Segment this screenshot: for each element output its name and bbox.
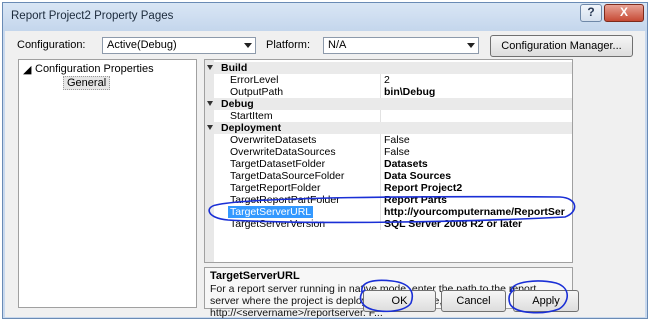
apply-button[interactable]: Apply (513, 290, 579, 312)
tree-item-general[interactable]: General (63, 76, 111, 90)
platform-value: N/A (328, 39, 347, 51)
close-button[interactable]: X (604, 4, 644, 22)
grid-row[interactable]: OverwriteDatasets False (214, 134, 572, 146)
tree-item-configuration-properties[interactable]: Configuration Properties (35, 63, 154, 75)
configuration-label: Configuration: (17, 39, 86, 51)
grid-row[interactable]: TargetDatasetFolder Datasets (214, 158, 572, 170)
platform-label: Platform: (266, 39, 311, 51)
dialog-client: Configuration: Active(Debug) Platform: N… (5, 31, 645, 319)
window-title: Report Project2 Property Pages (11, 10, 174, 22)
collapse-icon[interactable] (207, 101, 213, 106)
platform-dropdown[interactable]: N/A (323, 37, 479, 54)
chevron-down-icon (467, 43, 475, 48)
grid-row[interactable]: ErrorLevel 2 (214, 74, 572, 86)
property-tree: ◢ Configuration Properties General (18, 59, 197, 308)
grid-gutter (205, 60, 214, 262)
grid-row[interactable]: StartItem (214, 110, 572, 122)
configuration-value: Active(Debug) (107, 39, 177, 51)
property-grid: Build ErrorLevel 2 OutputPath bin\Debug … (204, 59, 573, 263)
grid-row[interactable]: TargetDataSourceFolder Data Sources (214, 170, 572, 182)
category-deployment[interactable]: Deployment (207, 122, 572, 134)
grid-row[interactable]: OverwriteDataSources False (214, 146, 572, 158)
property-pages-window: Report Project2 Property Pages ? X Confi… (2, 2, 648, 319)
grid-row-selected[interactable]: TargetServerURL http://yourcomputername/… (214, 206, 572, 218)
category-build[interactable]: Build (207, 62, 572, 74)
tree-expand-icon[interactable]: ◢ (23, 63, 31, 76)
configuration-dropdown[interactable]: Active(Debug) (102, 37, 256, 54)
category-debug[interactable]: Debug (207, 98, 572, 110)
grid-row[interactable]: OutputPath bin\Debug (214, 86, 572, 98)
ok-button[interactable]: OK (363, 290, 436, 312)
chevron-down-icon (244, 43, 252, 48)
collapse-icon[interactable] (207, 125, 213, 130)
collapse-icon[interactable] (207, 65, 213, 70)
grid-row[interactable]: TargetServerVersion SQL Server 2008 R2 o… (214, 218, 572, 230)
configuration-manager-button[interactable]: Configuration Manager... (490, 35, 633, 57)
grid-row[interactable]: TargetReportPartFolder Report Parts (214, 194, 572, 206)
description-title: TargetServerURL (210, 270, 300, 282)
title-bar: Report Project2 Property Pages ? X (3, 3, 647, 31)
cancel-button[interactable]: Cancel (441, 290, 506, 312)
help-button[interactable]: ? (580, 4, 602, 22)
grid-row[interactable]: TargetReportFolder Report Project2 (214, 182, 572, 194)
